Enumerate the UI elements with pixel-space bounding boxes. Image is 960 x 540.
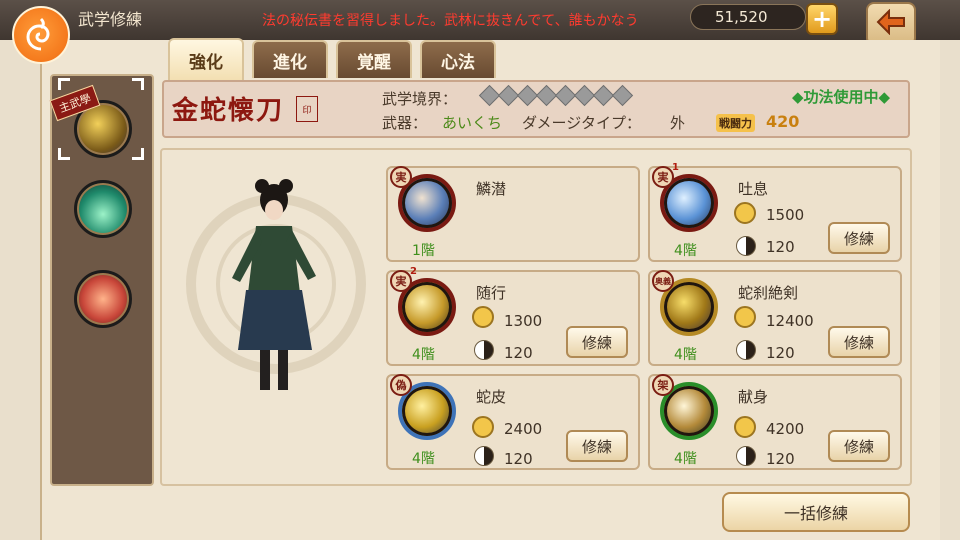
bulk-train-button[interactable]: 一括修練 (722, 492, 910, 532)
move-level: 4階 (674, 451, 697, 467)
move-level: 4階 (412, 347, 435, 363)
move-card[interactable]: 偽 蛇皮 2400 120 4階 修練 (386, 374, 640, 470)
red-buddha-skill-icon (74, 270, 132, 328)
tab-awaken[interactable]: 覚醒 (336, 40, 412, 78)
move-level: 1階 (412, 243, 435, 259)
coin-icon (472, 416, 494, 438)
add-currency-button[interactable]: + (806, 3, 838, 35)
move-card[interactable]: 実 1 吐息 1500 120 4階 修練 (648, 162, 902, 262)
tab-bar: 強化 進化 覚醒 心法 (168, 38, 496, 80)
yinyang-cost: 120 (504, 450, 533, 468)
yinyang-cost: 120 (766, 344, 795, 362)
train-button[interactable]: 修練 (828, 222, 890, 254)
move-grade-badge: 実 (390, 166, 412, 188)
coin-icon (734, 416, 756, 438)
character-preview (162, 150, 378, 482)
coin-icon (734, 202, 756, 224)
character-figure (232, 179, 316, 390)
move-grade-badge: 実 (652, 166, 674, 188)
move-level: 4階 (674, 347, 697, 363)
sidebar-skill-energy[interactable] (74, 180, 132, 238)
move-name: 献身 (738, 388, 769, 406)
move-grade-badge: 実 (390, 270, 412, 292)
swirl-logo-icon (12, 6, 70, 64)
move-grade-badge: 架 (652, 374, 674, 396)
move-grade-badge: 偽 (390, 374, 412, 396)
coin-cost: 4200 (766, 420, 805, 438)
realm-label: 武学境界： (382, 90, 458, 108)
move-name: 蛇皮 (476, 388, 507, 406)
move-grade-badge: 奥義 (652, 270, 674, 292)
yinyang-icon (736, 236, 756, 256)
power-label: 戦闘力 (716, 114, 755, 132)
yinyang-cost: 120 (504, 344, 533, 362)
move-card[interactable]: 実 鱗潜 1階 (386, 166, 640, 262)
yinyang-icon (736, 340, 756, 360)
damage-type-label: ダメージタイプ： (522, 114, 641, 132)
tab-enhance[interactable]: 強化 (168, 38, 244, 80)
sidebar-skill-buddha[interactable] (74, 270, 132, 328)
yinyang-cost: 120 (766, 450, 795, 468)
move-name: 蛇刹絶剣 (738, 284, 799, 302)
move-level: 4階 (674, 243, 697, 259)
in-use-status: ◆功法使用中◆ (792, 88, 891, 106)
move-card[interactable]: 実 2 随行 1300 120 4階 修練 (386, 266, 640, 366)
move-card[interactable]: 奥義 蛇刹絶剣 12400 120 4階 修練 (648, 270, 902, 366)
weapon-value: あいくち (442, 114, 503, 132)
train-button[interactable]: 修練 (828, 430, 890, 462)
move-grade-superscript: 1 (672, 162, 679, 173)
move-card[interactable]: 架 献身 4200 120 4階 修練 (648, 374, 902, 470)
notice-ticker: 法の秘伝書を習得しました。武林に抜きんでて、誰もかなう (262, 13, 639, 29)
coin-icon (734, 306, 756, 328)
move-name: 随行 (476, 284, 507, 302)
train-button[interactable]: 修練 (566, 326, 628, 358)
move-level: 4階 (412, 451, 435, 467)
back-arrow-icon (876, 8, 906, 39)
realm-stars (478, 84, 634, 107)
tab-mind-method[interactable]: 心法 (420, 40, 496, 78)
yinyang-icon (474, 446, 494, 466)
selection-bracket (58, 78, 144, 160)
coin-cost: 1500 (766, 206, 805, 224)
star-icon (611, 84, 634, 107)
move-name: 吐息 (738, 180, 769, 198)
train-button[interactable]: 修練 (566, 430, 628, 462)
coin-cost: 2400 (504, 420, 543, 438)
currency-display: 51,520 (690, 4, 806, 30)
page-title: 武学修練 (78, 10, 143, 29)
seal-stamp: 印 (296, 96, 318, 122)
yinyang-cost: 120 (766, 238, 795, 256)
power-value: 420 (766, 112, 800, 131)
weapon-label: 武器： (382, 114, 428, 132)
tab-evolve[interactable]: 進化 (252, 40, 328, 78)
move-grade-superscript: 2 (410, 266, 417, 277)
yinyang-icon (736, 446, 756, 466)
move-name: 鱗潜 (476, 180, 507, 198)
train-button[interactable]: 修練 (828, 326, 890, 358)
coin-icon (472, 306, 494, 328)
coin-cost: 12400 (766, 312, 814, 330)
green-energy-skill-icon (74, 180, 132, 238)
coin-cost: 1300 (504, 312, 543, 330)
yinyang-icon (474, 340, 494, 360)
skill-name: 金蛇懐刀 (172, 96, 285, 126)
damage-type-value: 外 (670, 114, 686, 132)
